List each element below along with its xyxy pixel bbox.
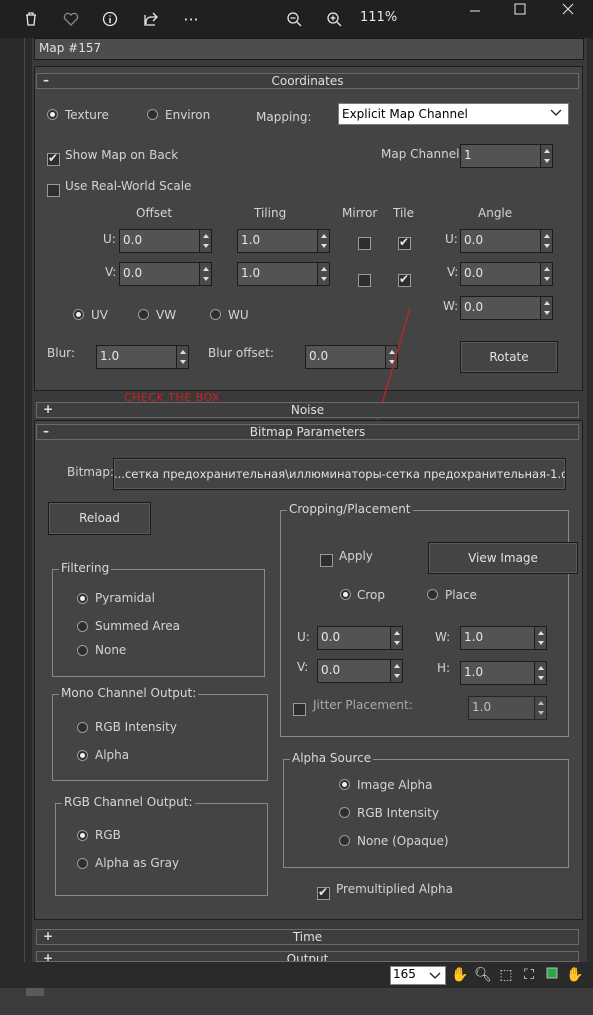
- rgb-label: RGB: [95, 828, 121, 842]
- partial-widget: [26, 988, 44, 996]
- zoom-select[interactable]: 165: [390, 966, 446, 985]
- none-label: None: [95, 643, 127, 657]
- place-radio[interactable]: [427, 589, 438, 600]
- summed-area-radio[interactable]: [77, 621, 88, 632]
- mono-rgb-intensity-label: RGB Intensity: [95, 720, 177, 734]
- image-alpha-radio[interactable]: [339, 779, 350, 790]
- mono-rgb-intensity-radio[interactable]: [77, 722, 88, 733]
- rgb-radio[interactable]: [77, 830, 88, 841]
- crop-label: Crop: [357, 588, 386, 602]
- premultiplied-alpha-checkbox[interactable]: [317, 885, 330, 900]
- crop-v-label: V:: [297, 660, 309, 674]
- none-radio[interactable]: [77, 645, 88, 656]
- reload-button[interactable]: Reload: [48, 502, 151, 535]
- jitter-placement-checkbox[interactable]: [293, 703, 306, 716]
- output-title: Output: [286, 952, 329, 962]
- noise-rollout-header[interactable]: + Noise: [36, 402, 579, 418]
- region-zoom-icon[interactable]: ⬚: [497, 966, 515, 984]
- alpha-rgb-intensity-radio[interactable]: [339, 807, 350, 818]
- chevron-down-icon: [429, 967, 441, 986]
- hand-grab-icon[interactable]: ✋: [566, 966, 584, 984]
- premultiplied-alpha-label: Premultiplied Alpha: [336, 882, 453, 896]
- mono-channel-output-title: Mono Channel Output:: [59, 686, 199, 700]
- alpha-as-gray-radio[interactable]: [77, 858, 88, 869]
- none-opaque-label: None (Opaque): [357, 834, 449, 848]
- zoom-extents-icon[interactable]: ⛶: [520, 966, 538, 984]
- crop-h-spinner[interactable]: 1.0: [460, 661, 547, 685]
- pan-hand-icon[interactable]: ✋: [451, 966, 469, 984]
- time-rollout-header[interactable]: + Time: [36, 929, 579, 945]
- time-title: Time: [292, 930, 323, 944]
- image-alpha-label: Image Alpha: [357, 778, 433, 792]
- crop-w-label: W:: [435, 630, 451, 644]
- crop-u-label: U:: [297, 630, 310, 644]
- crop-radio[interactable]: [340, 589, 351, 600]
- crop-u-spinner[interactable]: 0.0: [317, 626, 403, 650]
- pyramidal-radio[interactable]: [77, 593, 88, 604]
- jitter-placement-spinner[interactable]: 1.0: [468, 696, 547, 720]
- none-opaque-radio[interactable]: [339, 835, 350, 846]
- filtering-title: Filtering: [59, 561, 112, 575]
- pyramidal-label: Pyramidal: [95, 591, 155, 605]
- bitmap-parameters-title: Bitmap Parameters: [249, 425, 366, 439]
- alpha-rgb-intensity-label: RGB Intensity: [357, 806, 439, 820]
- rgb-channel-output-title: RGB Channel Output:: [62, 795, 195, 809]
- apply-label: Apply: [339, 549, 373, 563]
- display-toggle-icon[interactable]: [543, 966, 561, 984]
- place-label: Place: [445, 588, 477, 602]
- zoom-tool-icon[interactable]: 🔍︎: [474, 966, 492, 984]
- alpha-as-gray-label: Alpha as Gray: [95, 856, 180, 870]
- bitmap-label: Bitmap:: [67, 465, 114, 479]
- view-image-button[interactable]: View Image: [428, 542, 578, 574]
- viewport-toolbar: 165 ✋ 🔍︎ ⬚ ⛶ ✋: [0, 962, 593, 988]
- jitter-placement-label: Jitter Placement:: [313, 698, 413, 712]
- rgb-channel-output-group: RGB Channel Output:: [55, 795, 268, 896]
- crop-w-spinner[interactable]: 1.0: [460, 626, 547, 650]
- apply-checkbox[interactable]: [320, 554, 333, 567]
- cropping-placement-title: Cropping/Placement: [287, 502, 413, 516]
- summed-area-label: Summed Area: [95, 619, 181, 633]
- mono-alpha-label: Alpha: [95, 748, 130, 762]
- zoom-select-value: 165: [393, 967, 416, 981]
- bitmap-path-button[interactable]: ...сетка предохранительная\иллюминаторы-…: [113, 458, 566, 490]
- noise-title: Noise: [290, 403, 325, 417]
- bitmap-parameters-rollout-header[interactable]: – Bitmap Parameters: [36, 424, 579, 440]
- crop-v-spinner[interactable]: 0.0: [317, 659, 403, 683]
- mono-alpha-radio[interactable]: [77, 750, 88, 761]
- bottom-strip: [0, 988, 593, 1015]
- output-rollout-header[interactable]: + Output: [36, 951, 579, 962]
- mono-channel-output-group: Mono Channel Output:: [52, 686, 268, 781]
- crop-h-label: H:: [437, 661, 451, 675]
- alpha-source-title: Alpha Source: [290, 751, 374, 765]
